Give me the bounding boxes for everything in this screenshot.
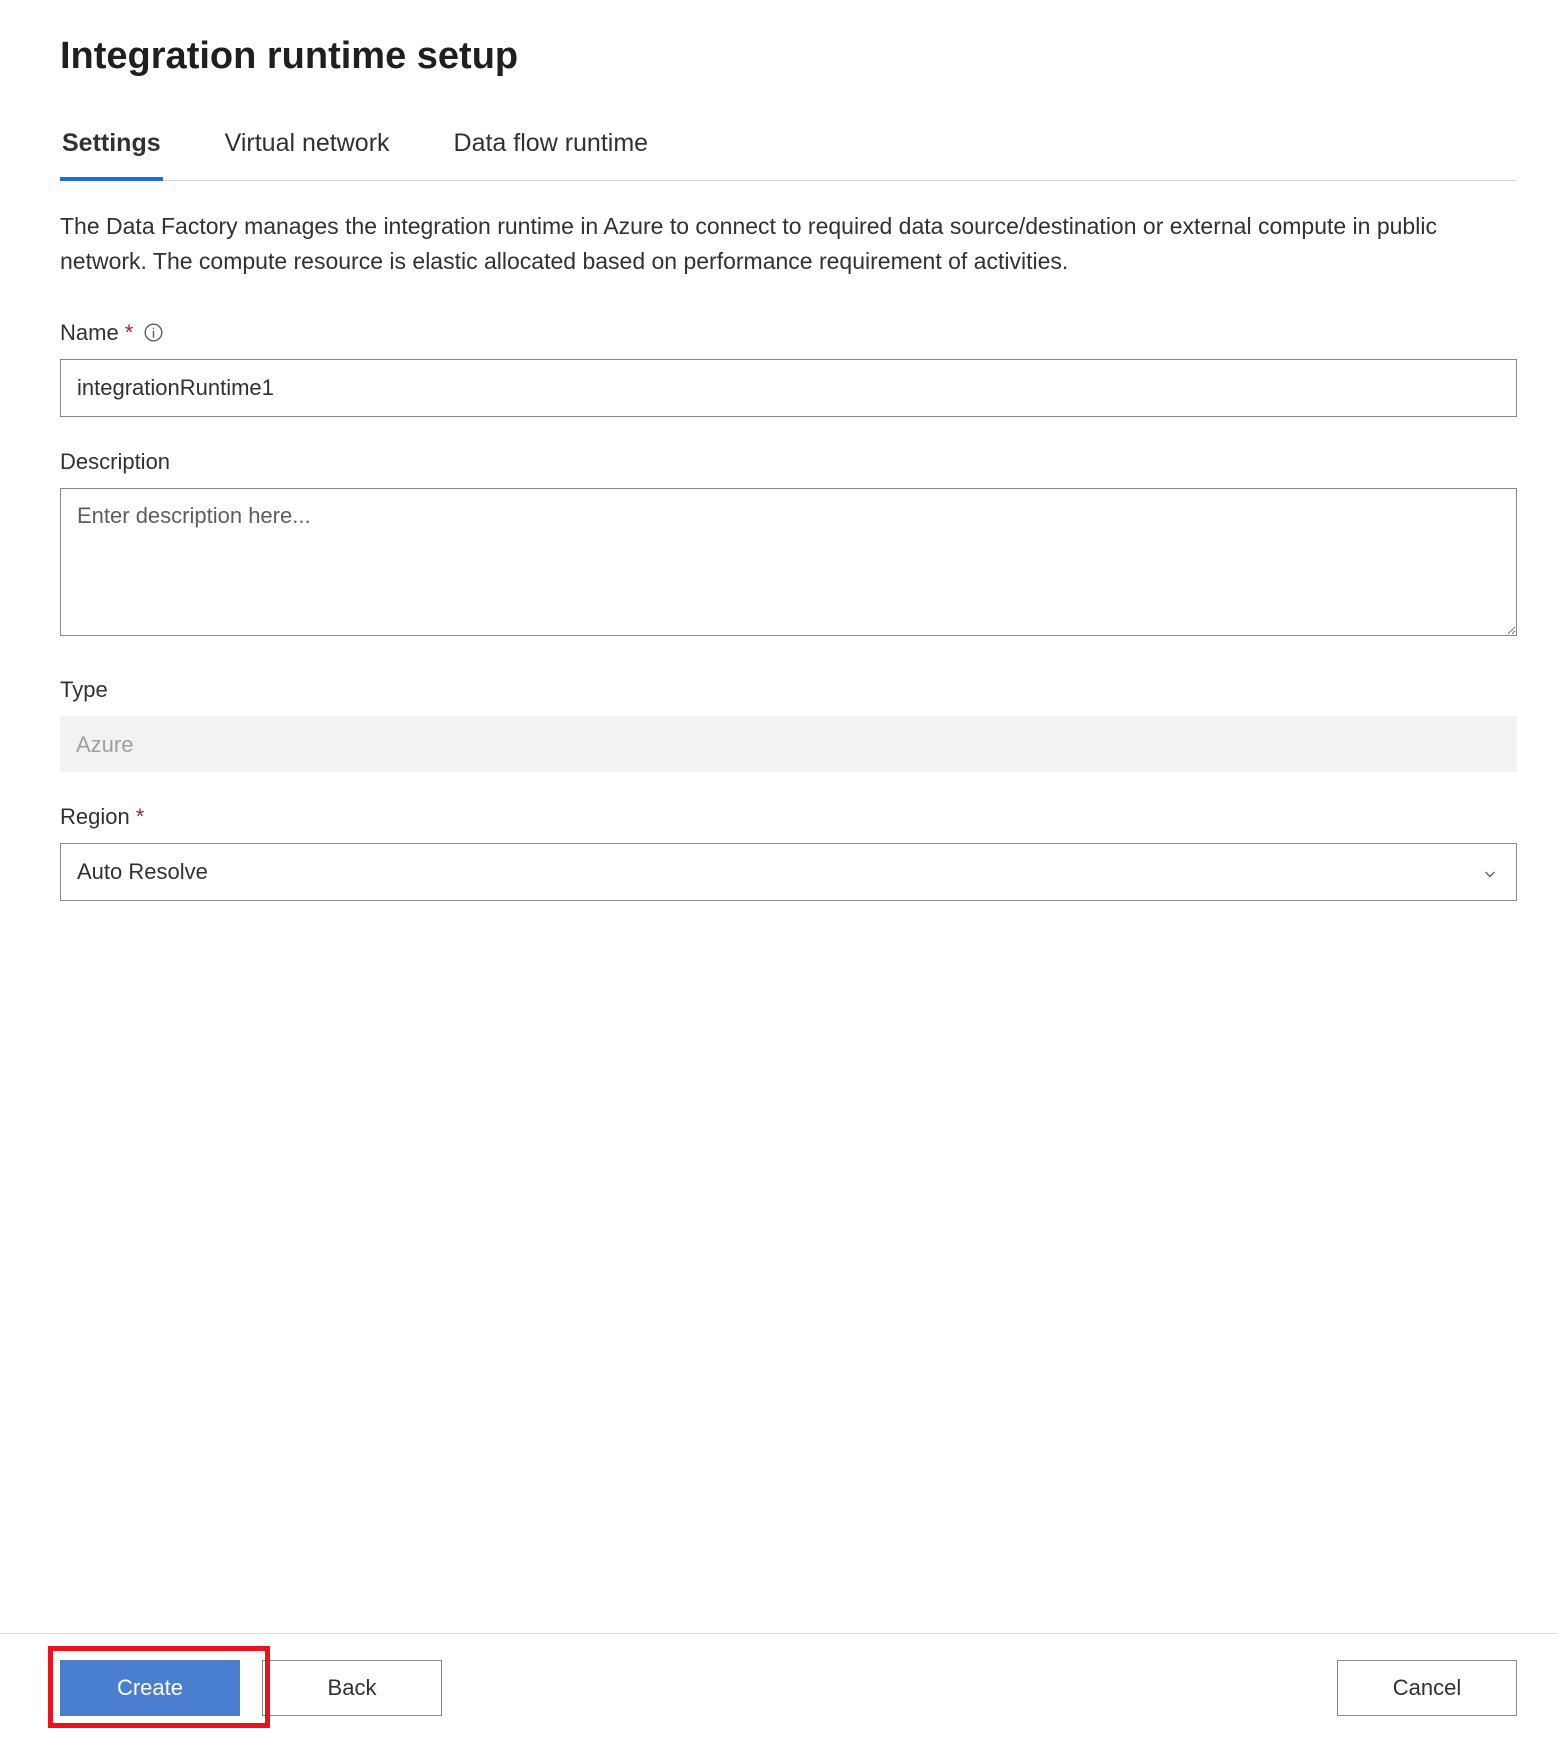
region-label-row: Region *: [60, 800, 1517, 833]
description-field-group: Description: [60, 445, 1517, 646]
tab-settings[interactable]: Settings: [60, 125, 163, 181]
description-textarea[interactable]: [60, 488, 1517, 636]
tab-data-flow-runtime[interactable]: Data flow runtime: [452, 125, 651, 181]
back-button[interactable]: Back: [262, 1660, 442, 1716]
region-selected-value: Auto Resolve: [77, 859, 208, 885]
region-select-wrapper: Auto Resolve: [60, 843, 1517, 910]
tabs-container: Settings Virtual network Data flow runti…: [60, 125, 1517, 181]
create-button[interactable]: Create: [60, 1660, 240, 1716]
description-label-row: Description: [60, 445, 1517, 478]
tab-virtual-network[interactable]: Virtual network: [223, 125, 392, 181]
name-input[interactable]: [60, 359, 1517, 417]
required-indicator: *: [136, 800, 145, 833]
panel-title: Integration runtime setup: [60, 28, 1517, 85]
type-readonly: Azure: [60, 716, 1517, 772]
region-select[interactable]: Auto Resolve: [60, 843, 1517, 901]
name-label-row: Name *: [60, 316, 1517, 349]
name-field-group: Name *: [60, 316, 1517, 417]
footer-actions: Create Back Cancel: [0, 1633, 1557, 1750]
type-field-group: Type Azure: [60, 673, 1517, 772]
region-field-group: Region * Auto Resolve: [60, 800, 1517, 910]
integration-runtime-setup-panel: Integration runtime setup Settings Virtu…: [0, 0, 1557, 1750]
settings-description: The Data Factory manages the integration…: [60, 209, 1490, 280]
type-label-row: Type: [60, 673, 1517, 706]
required-indicator: *: [125, 316, 134, 349]
settings-content: The Data Factory manages the integration…: [60, 209, 1517, 1634]
name-label: Name: [60, 316, 119, 349]
type-label: Type: [60, 673, 108, 706]
cancel-button[interactable]: Cancel: [1337, 1660, 1517, 1716]
description-label: Description: [60, 445, 170, 478]
region-label: Region: [60, 800, 130, 833]
info-icon[interactable]: [143, 322, 163, 342]
